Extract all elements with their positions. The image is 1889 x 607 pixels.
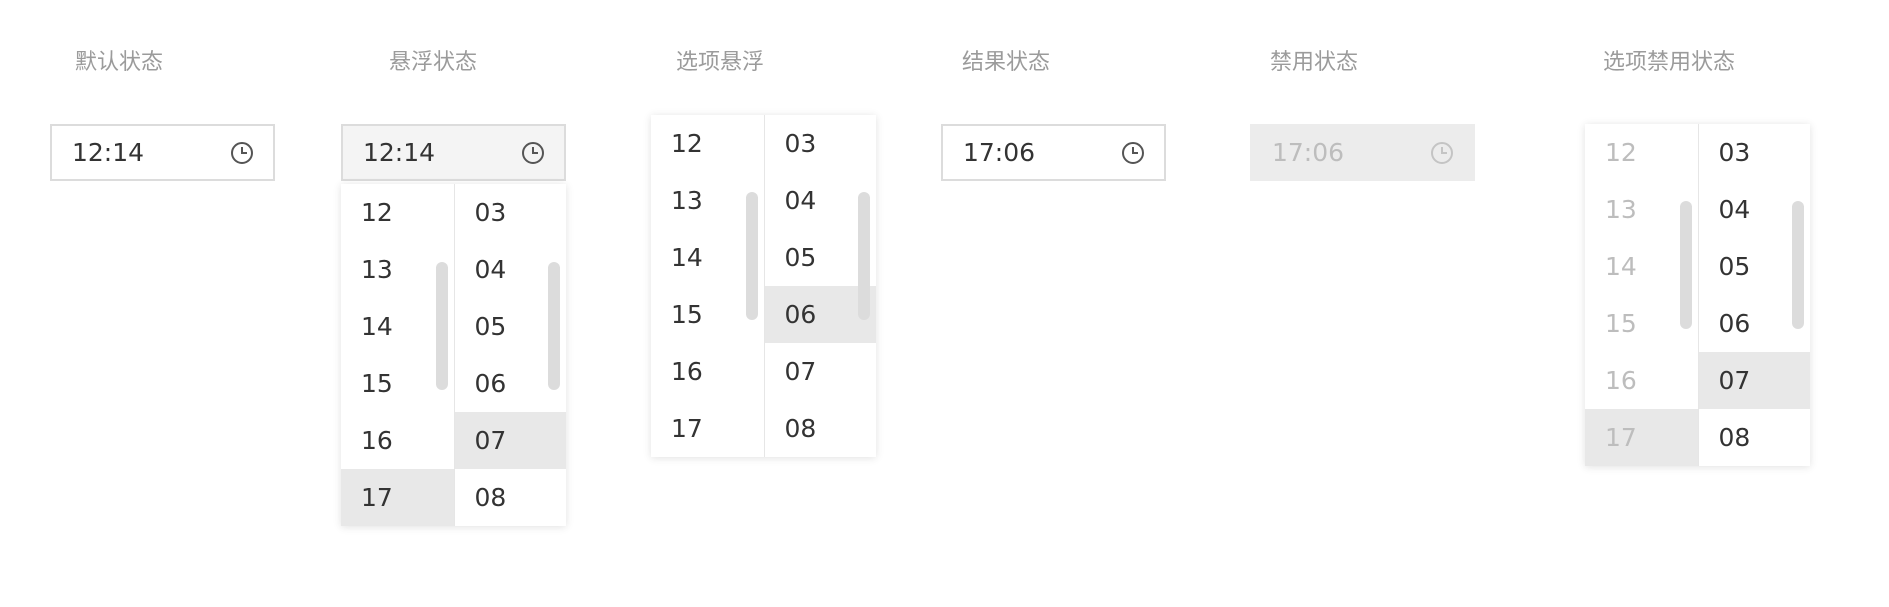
label-option-disabled-state: 选项禁用状态 (1603, 50, 1736, 75)
time-value: 12:14 (363, 138, 436, 167)
hour-scrollbar[interactable] (435, 262, 448, 390)
minute-scrollbar[interactable] (858, 192, 870, 320)
label-default-state: 默认状态 (75, 50, 164, 75)
minute-scrollbar[interactable] (1792, 201, 1804, 329)
time-input-disabled: 17:06 (1250, 124, 1475, 181)
time-value: 12:14 (72, 138, 145, 167)
time-input-default[interactable]: 12:14 (50, 124, 275, 181)
minute-option[interactable]: 08 (1699, 409, 1811, 466)
hour-column[interactable]: 12 13 14 15 16 17 (651, 115, 764, 457)
hour-column-disabled: 12 13 14 15 16 17 (1585, 124, 1698, 466)
hour-column[interactable]: 12 13 14 15 16 17 (341, 184, 454, 526)
minute-column[interactable]: 03 04 05 06 07 08 (453, 184, 567, 526)
time-input-result[interactable]: 17:06 (941, 124, 1166, 181)
minute-option[interactable]: 03 (1699, 124, 1811, 181)
hour-option-disabled: 12 (1605, 138, 1637, 167)
minute-column[interactable]: 03 04 05 06 07 08 (1697, 124, 1811, 466)
minute-scrollbar[interactable] (548, 262, 560, 390)
hour-scrollbar (1679, 201, 1692, 329)
hour-option[interactable]: 16 (651, 343, 764, 400)
clock-icon (1431, 141, 1453, 164)
minute-column[interactable]: 03 04 05 06 07 08 (763, 115, 877, 457)
hour-option[interactable]: 16 (341, 412, 454, 469)
time-input-hover[interactable]: 12:14 (341, 124, 566, 181)
hour-option[interactable]: 12 (651, 115, 764, 172)
minute-option-selected[interactable]: 07 (454, 412, 566, 469)
clock-icon[interactable] (1120, 140, 1146, 166)
label-option-hover: 选项悬浮 (676, 50, 765, 75)
time-value: 17:06 (1272, 138, 1345, 167)
minute-option-selected[interactable]: 07 (1698, 352, 1810, 409)
time-picker-states: 默认状态 悬浮状态 选项悬浮 结果状态 禁用状态 选项禁用状态 12:14 12… (0, 0, 1889, 607)
clock-icon[interactable] (520, 140, 546, 166)
label-hover-state: 悬浮状态 (389, 50, 478, 75)
hour-option-selected[interactable]: 17 (341, 469, 454, 526)
time-value: 17:06 (963, 138, 1036, 167)
hour-option[interactable]: 12 (341, 184, 454, 241)
hour-scrollbar[interactable] (745, 192, 758, 320)
minute-option[interactable]: 03 (455, 184, 567, 241)
minute-option[interactable]: 03 (765, 115, 877, 172)
minute-option[interactable]: 08 (455, 469, 567, 526)
minute-option[interactable]: 08 (765, 400, 877, 457)
time-dropdown-option-disabled: 12 13 14 15 16 17 03 04 05 06 07 08 (1585, 124, 1810, 466)
time-dropdown-option-hover: 12 13 14 15 16 17 03 04 05 06 07 08 (651, 115, 876, 457)
clock-icon[interactable] (229, 140, 255, 166)
time-dropdown-hover: 12 13 14 15 16 17 03 04 05 06 07 08 (341, 184, 566, 526)
label-result-state: 结果状态 (962, 50, 1051, 75)
minute-option[interactable]: 07 (765, 343, 877, 400)
hour-option-disabled: 16 (1605, 366, 1637, 395)
hour-option[interactable]: 17 (651, 400, 764, 457)
label-disabled-state: 禁用状态 (1270, 50, 1359, 75)
hour-option-disabled-selected: 17 (1585, 409, 1698, 466)
